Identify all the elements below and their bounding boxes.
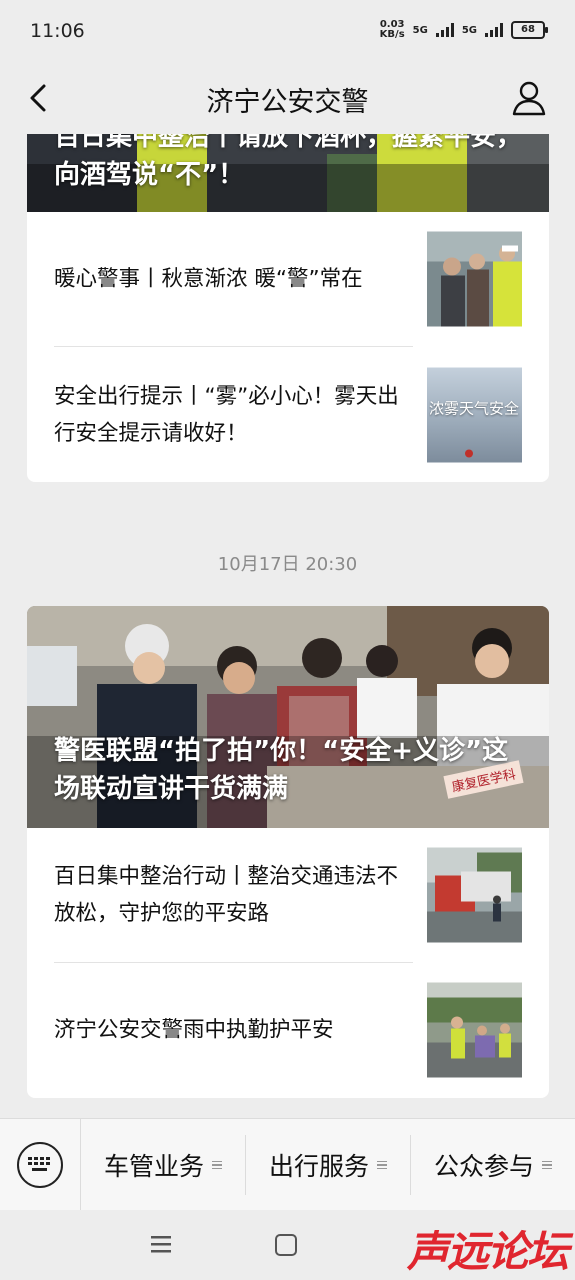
network-speed-unit: KB/s	[379, 29, 405, 40]
page-title: 济宁公安交警	[206, 87, 369, 118]
menu-item-label: 出行服务	[268, 1152, 369, 1181]
article-title: 百日集中整治行动丨整治交通违法不放松，守护您的平安路	[54, 864, 399, 926]
network-speed: 0.03 KB/s	[380, 20, 405, 40]
hero-article[interactable]: 百日集中整治丨请放下酒杯，握紧平安，向酒驾说“不”！	[27, 134, 549, 212]
recent-apps-icon[interactable]	[150, 1234, 172, 1254]
article-title: 安全出行提示丨“雾”必小心！雾天出行安全提示请收好！	[54, 383, 399, 446]
article-list-item[interactable]: 济宁公安交警雨中执勤护平安	[27, 963, 549, 1097]
keyboard-toggle-button[interactable]	[0, 1119, 81, 1211]
article-thumbnail: 浓雾天气安全	[427, 367, 522, 462]
user-profile-icon[interactable]	[509, 78, 549, 118]
article-thumbnail	[427, 231, 522, 327]
status-time: 11:06	[30, 20, 85, 42]
menu-public-participation[interactable]: 公众参与	[411, 1135, 575, 1195]
hero-article-title: 百日集中整治丨请放下酒杯，握紧平安，向酒驾说“不”！	[54, 134, 523, 190]
thumbnail-logo	[465, 449, 473, 457]
network-type-2: 5G	[461, 24, 477, 36]
article-card-group: 康复医学科 警医联盟“拍了拍”你！“安全+义诊”这场联动宣讲干货满满 百日集中整…	[27, 606, 549, 1098]
keyboard-icon	[17, 1142, 63, 1188]
hero-article[interactable]: 康复医学科 警医联盟“拍了拍”你！“安全+义诊”这场联动宣讲干货满满	[27, 606, 549, 828]
signal-icon	[435, 23, 454, 37]
watermark-logo: 声远论坛	[406, 1227, 569, 1276]
article-list-item[interactable]: 安全出行提示丨“雾”必小心！雾天出行安全提示请收好！ 浓雾天气安全	[27, 347, 549, 482]
menu-item-label: 公众参与	[433, 1152, 534, 1181]
signal-icon	[485, 23, 503, 37]
submenu-icon	[212, 1160, 222, 1170]
article-feed[interactable]: 百日集中整治丨请放下酒杯，握紧平安，向酒驾说“不”！ 暖心警事丨秋意渐浓 暖“警…	[0, 134, 575, 1119]
menu-vehicle-services[interactable]: 车管业务	[81, 1135, 246, 1195]
status-bar: 11:06 0.03 KB/s 5G 5G 68	[0, 0, 575, 62]
article-list-item[interactable]: 百日集中整治行动丨整治交通违法不放松，守护您的平安路	[27, 828, 549, 962]
article-title: 济宁公安交警雨中执勤护平安	[54, 1017, 334, 1043]
submenu-icon	[377, 1160, 387, 1170]
article-title: 暖心警事丨秋意渐浓 暖“警”常在	[54, 266, 363, 292]
status-icons: 0.03 KB/s 5G 5G 68	[380, 20, 548, 40]
menu-item-label: 车管业务	[103, 1152, 204, 1181]
nav-bar: 济宁公安交警	[0, 62, 575, 134]
article-list-item[interactable]: 暖心警事丨秋意渐浓 暖“警”常在	[27, 212, 549, 346]
home-icon[interactable]	[275, 1234, 297, 1256]
thumbnail-caption: 浓雾天气安全	[429, 399, 520, 417]
battery-icon: 68	[511, 21, 548, 39]
article-card-group: 百日集中整治丨请放下酒杯，握紧平安，向酒驾说“不”！ 暖心警事丨秋意渐浓 暖“警…	[27, 134, 549, 482]
article-thumbnail	[427, 982, 522, 1078]
article-thumbnail	[427, 847, 522, 943]
submenu-icon	[542, 1160, 552, 1170]
network-type-1: 5G	[412, 24, 428, 36]
menu-travel-services[interactable]: 出行服务	[246, 1135, 411, 1195]
hero-article-title: 警医联盟“拍了拍”你！“安全+义诊”这场联动宣讲干货满满	[54, 736, 509, 804]
bottom-menu-bar: 车管业务 出行服务 公众参与	[0, 1118, 575, 1211]
timestamp: 10月17日 20:30	[217, 554, 358, 575]
system-navigation-bar: 声远论坛	[0, 1210, 575, 1280]
